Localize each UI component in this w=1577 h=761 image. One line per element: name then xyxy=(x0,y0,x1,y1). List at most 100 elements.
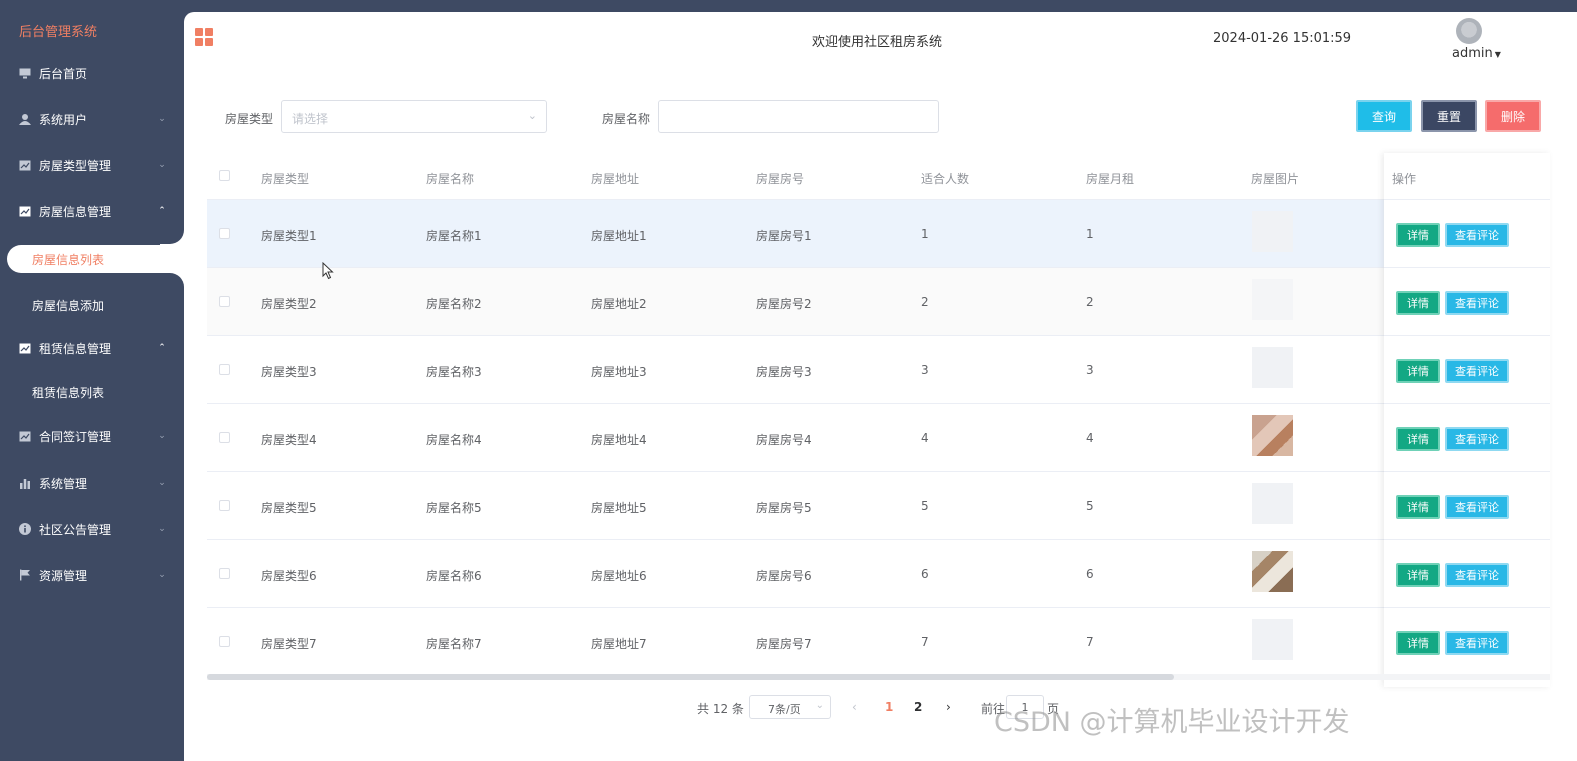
row-checkbox[interactable] xyxy=(219,296,230,307)
cell-house-name: 房屋名称3 xyxy=(426,365,482,379)
page-2[interactable]: 2 xyxy=(914,700,922,714)
sidebar-item-rent-info[interactable]: 租赁信息管理 ⌃ xyxy=(0,333,184,363)
sidebar-item-label: 社区公告管理 xyxy=(39,522,112,537)
sidebar-item-notice[interactable]: 社区公告管理 ⌄ xyxy=(0,514,184,544)
column-header: 房屋房号 xyxy=(756,172,805,186)
sidebar-item-resource[interactable]: 资源管理 ⌄ xyxy=(0,560,184,590)
table-row[interactable]: 房屋类型3 房屋名称3 房屋地址3 房屋房号3 3 3 xyxy=(207,336,1550,404)
table-row[interactable]: 房屋类型4 房屋名称4 房屋地址4 房屋房号4 4 4 xyxy=(207,404,1550,472)
table-row[interactable]: 房屋类型6 房屋名称6 房屋地址6 房屋房号6 6 6 xyxy=(207,540,1550,608)
flag-icon xyxy=(19,569,31,581)
house-name-input[interactable] xyxy=(658,100,939,133)
table-header: 房屋类型 房屋名称 房屋地址 房屋房号 适合人数 房屋月租 房屋图片 xyxy=(207,153,1550,200)
view-comments-button[interactable]: 查看评论 xyxy=(1445,631,1509,655)
csdn-watermark: CSDN @计算机毕业设计开发 xyxy=(994,707,1350,738)
bar-chart-icon xyxy=(19,477,31,489)
detail-button[interactable]: 详情 xyxy=(1396,563,1440,587)
cell-room-number: 房屋房号5 xyxy=(756,501,812,515)
detail-button[interactable]: 详情 xyxy=(1396,427,1440,451)
operation-cell: 详情 查看评论 xyxy=(1384,472,1550,540)
view-comments-button[interactable]: 查看评论 xyxy=(1445,359,1509,383)
house-type-label: 房屋类型 xyxy=(225,112,274,126)
cell-monthly-rent: 1 xyxy=(1086,227,1094,241)
row-checkbox[interactable] xyxy=(219,500,230,511)
detail-button[interactable]: 详情 xyxy=(1396,631,1440,655)
house-image[interactable] xyxy=(1252,619,1293,660)
operation-cell: 详情 查看评论 xyxy=(1384,540,1550,608)
row-checkbox[interactable] xyxy=(219,432,230,443)
detail-button[interactable]: 详情 xyxy=(1396,223,1440,247)
table-row[interactable]: 房屋类型7 房屋名称7 房屋地址7 房屋房号7 7 7 xyxy=(207,608,1550,676)
select-all-checkbox[interactable] xyxy=(219,170,230,181)
next-page-icon[interactable]: › xyxy=(946,700,951,714)
house-image[interactable] xyxy=(1252,551,1293,592)
cell-house-address: 房屋地址1 xyxy=(591,229,647,243)
sidebar-item-users[interactable]: 系统用户 ⌄ xyxy=(0,104,184,134)
view-comments-button[interactable]: 查看评论 xyxy=(1445,291,1509,315)
house-image[interactable] xyxy=(1252,415,1293,456)
sidebar-item-contract[interactable]: 合同签订管理 ⌄ xyxy=(0,421,184,451)
cell-house-name: 房屋名称1 xyxy=(426,229,482,243)
horizontal-scrollbar[interactable] xyxy=(207,674,1550,680)
scrollbar-thumb[interactable] xyxy=(207,674,1174,680)
user-icon xyxy=(19,113,31,125)
monitor-icon xyxy=(19,67,31,79)
cell-room-number: 房屋房号3 xyxy=(756,365,812,379)
sidebar-subitem-house-list[interactable]: 房屋信息列表 xyxy=(7,245,184,273)
operation-cell: 详情 查看评论 xyxy=(1384,336,1550,404)
sidebar-subitem-house-add[interactable]: 房屋信息添加 xyxy=(0,291,184,319)
row-checkbox[interactable] xyxy=(219,568,230,579)
cell-house-name: 房屋名称6 xyxy=(426,569,482,583)
house-image[interactable] xyxy=(1252,279,1293,320)
sidebar-subitem-rent-list[interactable]: 租赁信息列表 xyxy=(0,378,184,406)
detail-button[interactable]: 详情 xyxy=(1396,495,1440,519)
sidebar-subitem-label: 房屋信息添加 xyxy=(32,298,105,313)
current-datetime: 2024-01-26 15:01:59 xyxy=(1213,31,1352,46)
query-button[interactable]: 查询 xyxy=(1356,100,1412,132)
page-size-select[interactable]: 7条/页 ⌄ xyxy=(749,695,831,719)
username: admin xyxy=(1452,46,1493,61)
column-header: 操作 xyxy=(1392,172,1417,186)
chevron-down-icon: ⌄ xyxy=(158,114,166,124)
delete-button[interactable]: 删除 xyxy=(1485,100,1541,132)
cell-capacity: 5 xyxy=(921,499,929,513)
house-image[interactable] xyxy=(1252,211,1293,252)
detail-button[interactable]: 详情 xyxy=(1396,359,1440,383)
chevron-up-icon: ⌃ xyxy=(158,206,166,216)
cell-house-type: 房屋类型5 xyxy=(261,501,317,515)
sidebar-item-house-type[interactable]: 房屋类型管理 ⌄ xyxy=(0,150,184,180)
sidebar-item-house-info[interactable]: 房屋信息管理 ⌃ xyxy=(0,196,184,226)
sidebar-item-home[interactable]: 后台首页 xyxy=(0,58,184,88)
house-type-select[interactable]: 请选择 ⌄ xyxy=(281,100,547,133)
cell-house-type: 房屋类型3 xyxy=(261,365,317,379)
view-comments-button[interactable]: 查看评论 xyxy=(1445,495,1509,519)
row-checkbox[interactable] xyxy=(219,364,230,375)
table-row[interactable]: 房屋类型1 房屋名称1 房屋地址1 房屋房号1 1 1 xyxy=(207,200,1550,268)
cell-house-type: 房屋类型6 xyxy=(261,569,317,583)
sidebar-item-system[interactable]: 系统管理 ⌄ xyxy=(0,468,184,498)
avatar[interactable] xyxy=(1456,18,1482,44)
prev-page-icon[interactable]: ‹ xyxy=(852,700,857,714)
reset-button[interactable]: 重置 xyxy=(1421,100,1477,132)
house-image[interactable] xyxy=(1252,347,1293,388)
page-1[interactable]: 1 xyxy=(885,700,893,714)
house-image[interactable] xyxy=(1252,483,1293,524)
user-menu[interactable]: admin ▼ xyxy=(1452,46,1501,61)
table-row[interactable]: 房屋类型2 房屋名称2 房屋地址2 房屋房号2 2 2 xyxy=(207,268,1550,336)
table-row[interactable]: 房屋类型5 房屋名称5 房屋地址5 房屋房号5 5 5 xyxy=(207,472,1550,540)
cell-room-number: 房屋房号6 xyxy=(756,569,812,583)
menu-toggle-icon[interactable] xyxy=(195,28,213,46)
sidebar-item-label: 租赁信息管理 xyxy=(39,341,112,356)
column-header: 适合人数 xyxy=(921,172,970,186)
view-comments-button[interactable]: 查看评论 xyxy=(1445,223,1509,247)
row-checkbox[interactable] xyxy=(219,228,230,239)
cell-room-number: 房屋房号2 xyxy=(756,297,812,311)
row-checkbox[interactable] xyxy=(219,636,230,647)
operation-cell: 详情 查看评论 xyxy=(1384,404,1550,472)
operation-cell: 详情 查看评论 xyxy=(1384,200,1550,268)
view-comments-button[interactable]: 查看评论 xyxy=(1445,563,1509,587)
top-strip xyxy=(184,0,1577,12)
cell-house-type: 房屋类型2 xyxy=(261,297,317,311)
detail-button[interactable]: 详情 xyxy=(1396,291,1440,315)
view-comments-button[interactable]: 查看评论 xyxy=(1445,427,1509,451)
